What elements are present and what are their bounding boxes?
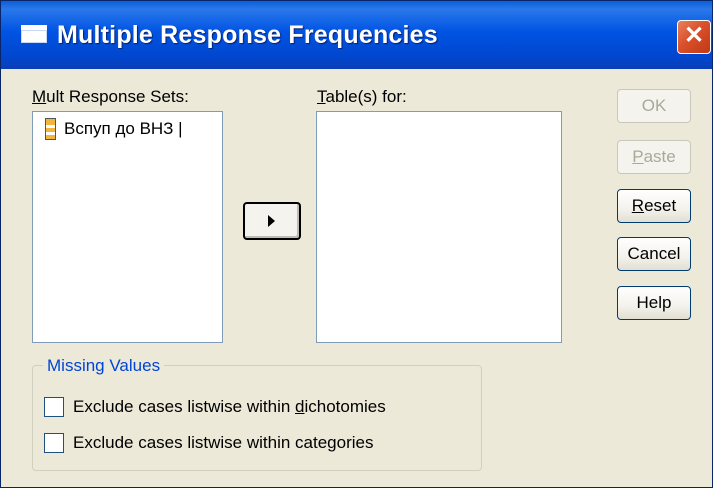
mult-response-sets-list[interactable]: Вспуп до ВНЗ |	[32, 111, 223, 343]
mult-response-sets-label: Mult Response Sets:	[32, 87, 189, 106]
reset-button[interactable]: Reset	[617, 189, 691, 223]
right-arrow-icon	[268, 215, 275, 227]
move-to-tables-button[interactable]	[243, 202, 301, 240]
window-title: Multiple Response Frequencies	[57, 21, 438, 49]
tables-for-label: Table(s) for:	[317, 87, 407, 106]
exclude-dichotomies-checkbox[interactable]	[44, 397, 64, 417]
exclude-categories-label[interactable]: Exclude cases listwise within categories	[73, 433, 373, 453]
close-button[interactable]: ✕	[677, 20, 711, 54]
multiple-response-frequencies-dialog: Multiple Response Frequencies ✕ Mult Res…	[0, 0, 713, 488]
paste-button[interactable]: Paste	[617, 140, 691, 174]
list-item[interactable]: Вспуп до ВНЗ |	[45, 118, 183, 140]
exclude-categories-checkbox[interactable]	[44, 433, 64, 453]
exclude-dichotomies-label[interactable]: Exclude cases listwise within dichotomie…	[73, 397, 386, 417]
help-button[interactable]: Help	[617, 286, 691, 320]
close-icon: ✕	[683, 22, 705, 49]
window-icon	[21, 25, 47, 43]
ok-button[interactable]: OK	[617, 89, 691, 123]
missing-values-group	[32, 365, 482, 471]
multiple-response-set-icon	[45, 118, 56, 140]
missing-values-legend: Missing Values	[43, 356, 165, 376]
tables-for-list[interactable]	[316, 111, 562, 343]
list-item-label: Вспуп до ВНЗ |	[64, 119, 183, 138]
cancel-button[interactable]: Cancel	[617, 237, 691, 271]
title-bar[interactable]: Multiple Response Frequencies ✕	[1, 1, 712, 69]
